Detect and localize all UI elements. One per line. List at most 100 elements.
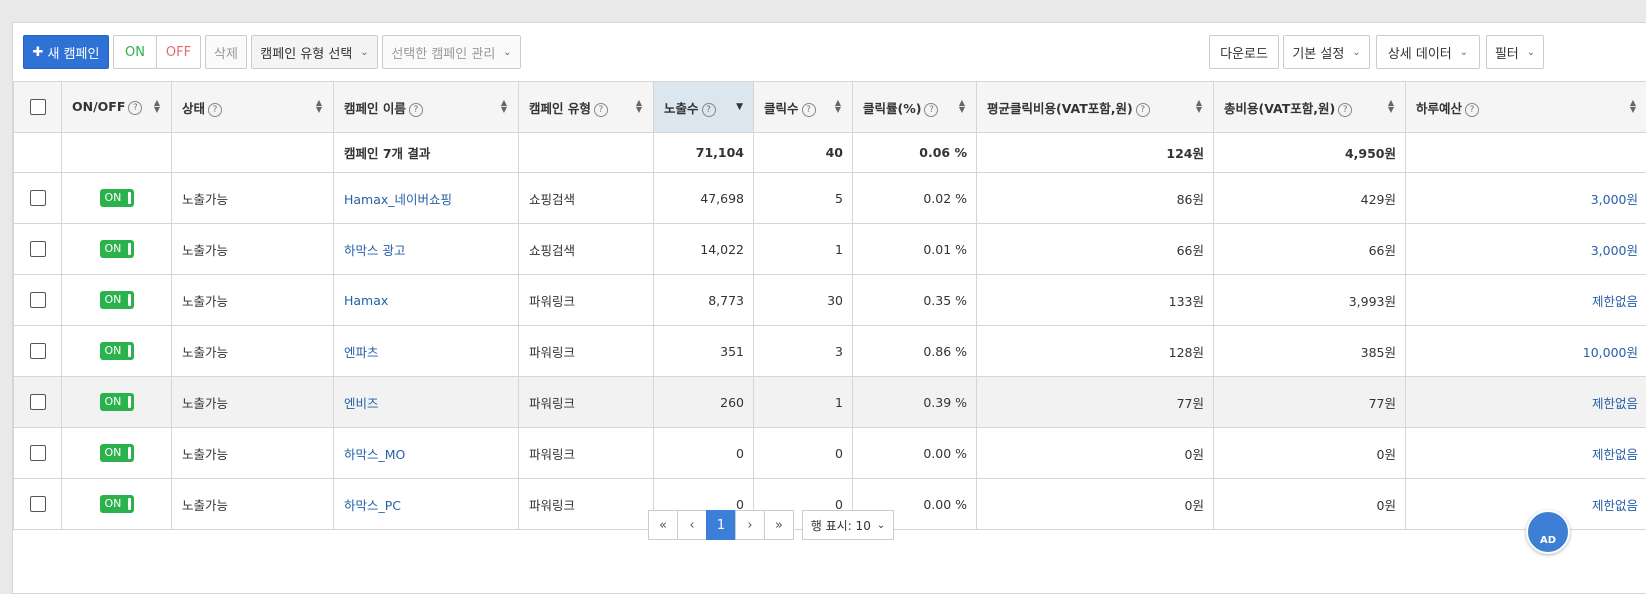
help-icon[interactable]: ? [702,103,716,117]
campaign-name-link[interactable]: 하막스_PC [344,498,401,513]
sort-icon[interactable]: ▲▼ [958,98,966,114]
page-1-button[interactable]: 1 [706,510,736,540]
onoff-toggle[interactable]: ON [100,342,134,360]
help-icon[interactable]: ? [594,103,608,117]
off-button[interactable]: OFF [156,35,201,69]
summary-total-cost: 4,950원 [1214,133,1406,173]
campaign-type-cell: 쇼핑검색 [519,173,654,224]
col-clicks[interactable]: 클릭수?▲▼ [754,82,853,133]
help-icon[interactable]: ? [802,103,816,117]
col-daily-budget[interactable]: 하루예산?▲▼ [1406,82,1646,133]
row-checkbox[interactable] [30,343,46,359]
sort-icon[interactable]: ▲▼ [1195,98,1203,114]
first-page-button[interactable]: « [648,510,678,540]
col-status[interactable]: 상태?▲▼ [172,82,334,133]
ctr-cell: 0.00 % [853,428,977,479]
select-all-checkbox[interactable] [30,99,46,115]
help-icon[interactable]: ? [1465,103,1479,117]
sort-icon[interactable]: ▲▼ [153,98,161,114]
onoff-toggle[interactable]: ON [100,189,134,207]
onoff-toggle[interactable]: ON [100,393,134,411]
daily-budget-link[interactable]: 제한없음 [1592,498,1638,513]
sort-icon[interactable]: ▲▼ [315,98,323,114]
campaign-row: ON노출가능하막스_MO파워링크000.00 %0원0원제한없음 [14,428,1646,479]
help-icon[interactable]: ? [1338,103,1352,117]
daily-budget-link[interactable]: 3,000원 [1591,192,1638,207]
onoff-toggle[interactable]: ON [100,240,134,258]
delete-button[interactable]: 삭제 [205,35,247,69]
impressions-cell: 260 [654,377,754,428]
sort-icon[interactable]: ▲▼ [834,98,842,114]
campaign-name-link[interactable]: Hamax [344,293,388,308]
download-button[interactable]: 다운로드 [1209,35,1279,69]
ad-badge-icon[interactable]: AD [1526,510,1570,554]
col-onoff[interactable]: ON/OFF?▲▼ [62,82,172,133]
sort-icon[interactable]: ▲▼ [1387,98,1395,114]
row-checkbox[interactable] [30,445,46,461]
col-campaign-type[interactable]: 캠페인 유형?▲▼ [519,82,654,133]
new-campaign-button[interactable]: ✚ 새 캠페인 [23,35,109,69]
status-cell: 노출가능 [172,275,334,326]
filter-dropdown[interactable]: 필터⌄ [1486,35,1544,69]
onoff-cell: ON [62,224,172,275]
manage-selected-campaigns-dropdown[interactable]: 선택한 캠페인 관리⌄ [382,35,521,69]
help-icon[interactable]: ? [409,103,423,117]
total-cost-cell: 385원 [1214,326,1406,377]
campaign-name-link[interactable]: 하막스_MO [344,447,405,462]
onoff-toggle[interactable]: ON [100,444,134,462]
campaign-panel: ✚ 새 캠페인 ON OFF 삭제 캠페인 유형 선택⌄ 선택한 캠페인 관리⌄… [12,22,1646,594]
toolbar: ✚ 새 캠페인 ON OFF 삭제 캠페인 유형 선택⌄ 선택한 캠페인 관리⌄… [13,23,1646,81]
daily-budget-link[interactable]: 제한없음 [1592,294,1638,309]
sort-icon[interactable]: ▲▼ [635,98,643,114]
help-icon[interactable]: ? [1136,103,1150,117]
campaign-name-link[interactable]: Hamax_네이버쇼핑 [344,192,452,207]
total-cost-cell: 0원 [1214,428,1406,479]
row-checkbox[interactable] [30,241,46,257]
daily-budget-cell: 10,000원 [1406,326,1646,377]
sort-desc-icon[interactable]: ▼ [736,102,743,112]
basic-settings-dropdown[interactable]: 기본 설정⌄ [1283,35,1370,69]
campaign-table: ON/OFF?▲▼ 상태?▲▼ 캠페인 이름?▲▼ 캠페인 유형?▲▼ 노출수?… [13,81,1646,530]
col-campaign-name[interactable]: 캠페인 이름?▲▼ [334,82,519,133]
chevron-down-icon: ⌄ [1460,47,1468,58]
col-avg-cpc[interactable]: 평균클릭비용(VAT포함,원)?▲▼ [977,82,1214,133]
onoff-toggle[interactable]: ON [100,495,134,513]
col-ctr[interactable]: 클릭률(%)?▲▼ [853,82,977,133]
ctr-cell: 0.02 % [853,173,977,224]
campaign-name-link[interactable]: 엔비즈 [344,396,379,411]
campaign-type-select[interactable]: 캠페인 유형 선택⌄ [251,35,378,69]
row-checkbox[interactable] [30,292,46,308]
daily-budget-cell: 제한없음 [1406,377,1646,428]
sort-icon[interactable]: ▲▼ [500,98,508,114]
daily-budget-link[interactable]: 10,000원 [1583,345,1638,360]
onoff-toggle[interactable]: ON [100,291,134,309]
rows-per-page-select[interactable]: 행 표시: 10⌄ [802,510,894,540]
impressions-cell: 14,022 [654,224,754,275]
col-total-cost[interactable]: 총비용(VAT포함,원)?▲▼ [1214,82,1406,133]
sort-icon[interactable]: ▲▼ [1629,98,1637,114]
status-cell: 노출가능 [172,224,334,275]
campaign-name-link[interactable]: 엔파츠 [344,345,379,360]
avg-cpc-cell: 133원 [977,275,1214,326]
daily-budget-link[interactable]: 3,000원 [1591,243,1638,258]
status-cell: 노출가능 [172,428,334,479]
onoff-cell: ON [62,275,172,326]
campaign-name-link[interactable]: 하막스 광고 [344,243,405,258]
help-icon[interactable]: ? [924,103,938,117]
next-page-button[interactable]: › [735,510,765,540]
last-page-button[interactable]: » [764,510,794,540]
impressions-cell: 8,773 [654,275,754,326]
row-checkbox[interactable] [30,394,46,410]
help-icon[interactable]: ? [128,101,142,115]
row-checkbox[interactable] [30,496,46,512]
on-button[interactable]: ON [113,35,157,69]
daily-budget-link[interactable]: 제한없음 [1592,396,1638,411]
help-icon[interactable]: ? [208,103,222,117]
row-checkbox[interactable] [30,190,46,206]
select-all-cell [14,82,62,133]
daily-budget-link[interactable]: 제한없음 [1592,447,1638,462]
col-impressions[interactable]: 노출수?▼ [654,82,754,133]
clicks-cell: 1 [754,377,853,428]
prev-page-button[interactable]: ‹ [677,510,707,540]
detail-data-dropdown[interactable]: 상세 데이터⌄ [1376,35,1480,69]
